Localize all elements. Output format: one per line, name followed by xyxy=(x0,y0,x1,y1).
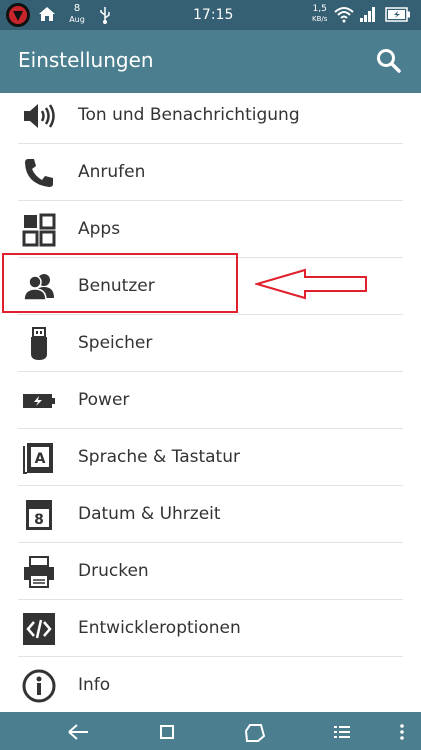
phone-icon xyxy=(25,159,53,187)
settings-item-label: Ton und Benachrichtigung xyxy=(78,105,300,125)
app-notification-icon xyxy=(6,3,30,27)
status-date-month: Aug xyxy=(69,15,85,24)
settings-item-ton[interactable]: Ton und Benachrichtigung xyxy=(0,87,421,144)
status-time: 17:15 xyxy=(193,7,234,23)
apps-grid-icon xyxy=(22,213,56,247)
settings-item-label: Sprache & Tastatur xyxy=(78,447,240,467)
recent-apps-icon[interactable] xyxy=(244,722,266,742)
highlight-box xyxy=(2,253,238,313)
printer-icon xyxy=(24,556,54,588)
settings-item-anrufen[interactable]: Anrufen xyxy=(0,144,421,201)
settings-item-label: Datum & Uhrzeit xyxy=(78,504,221,524)
wifi-icon xyxy=(334,7,354,23)
nav-bar xyxy=(0,712,421,750)
settings-item-apps[interactable]: Apps xyxy=(0,201,421,258)
settings-item-label: Power xyxy=(78,390,130,410)
settings-item-label: Speicher xyxy=(78,333,153,353)
net-speed-value: 1,5 xyxy=(312,4,327,14)
speaker-icon xyxy=(24,104,55,128)
settings-item-info[interactable]: Info xyxy=(0,657,421,714)
settings-item-label: Drucken xyxy=(78,561,149,581)
app-bar: Einstellungen xyxy=(0,30,421,93)
settings-item-speicher[interactable]: Speicher xyxy=(0,315,421,372)
page-title: Einstellungen xyxy=(18,48,154,72)
signal-icon xyxy=(360,7,375,22)
language-icon: A xyxy=(23,443,53,474)
menu-list-icon[interactable] xyxy=(332,722,352,742)
battery-icon xyxy=(385,7,410,22)
status-bar: 8 Aug 17:15 1,5 KB/s xyxy=(0,0,421,30)
status-date: 8 Aug xyxy=(67,3,87,25)
settings-item-label: Anrufen xyxy=(78,162,146,182)
battery-icon xyxy=(23,394,55,408)
usb-icon xyxy=(100,7,110,24)
settings-item-power[interactable]: Power xyxy=(0,372,421,429)
calendar-icon: 8 xyxy=(26,500,52,530)
settings-item-datum[interactable]: 8 Datum & Uhrzeit xyxy=(0,486,421,543)
status-date-day: 8 xyxy=(73,3,81,14)
settings-item-sprache[interactable]: A Sprache & Tastatur xyxy=(0,429,421,486)
usb-storage-icon xyxy=(31,327,47,360)
back-icon[interactable] xyxy=(66,722,90,742)
calendar-icon-number: 8 xyxy=(34,512,44,528)
search-icon[interactable] xyxy=(376,48,402,74)
net-speed: 1,5 KB/s xyxy=(312,4,327,24)
settings-item-entwickler[interactable]: Entwickleroptionen xyxy=(0,600,421,657)
settings-item-label: Entwickleroptionen xyxy=(78,618,241,638)
info-icon xyxy=(22,669,56,703)
overflow-menu-icon[interactable] xyxy=(397,722,407,742)
home-button-icon[interactable] xyxy=(158,722,176,742)
language-icon-letter: A xyxy=(35,451,46,467)
home-icon xyxy=(39,7,55,21)
code-icon xyxy=(23,613,55,645)
settings-item-label: Apps xyxy=(78,219,121,239)
net-speed-unit: KB/s xyxy=(312,15,328,23)
settings-item-drucken[interactable]: Drucken xyxy=(0,543,421,600)
settings-item-label: Info xyxy=(78,675,111,695)
annotation-arrow-icon xyxy=(255,268,367,300)
